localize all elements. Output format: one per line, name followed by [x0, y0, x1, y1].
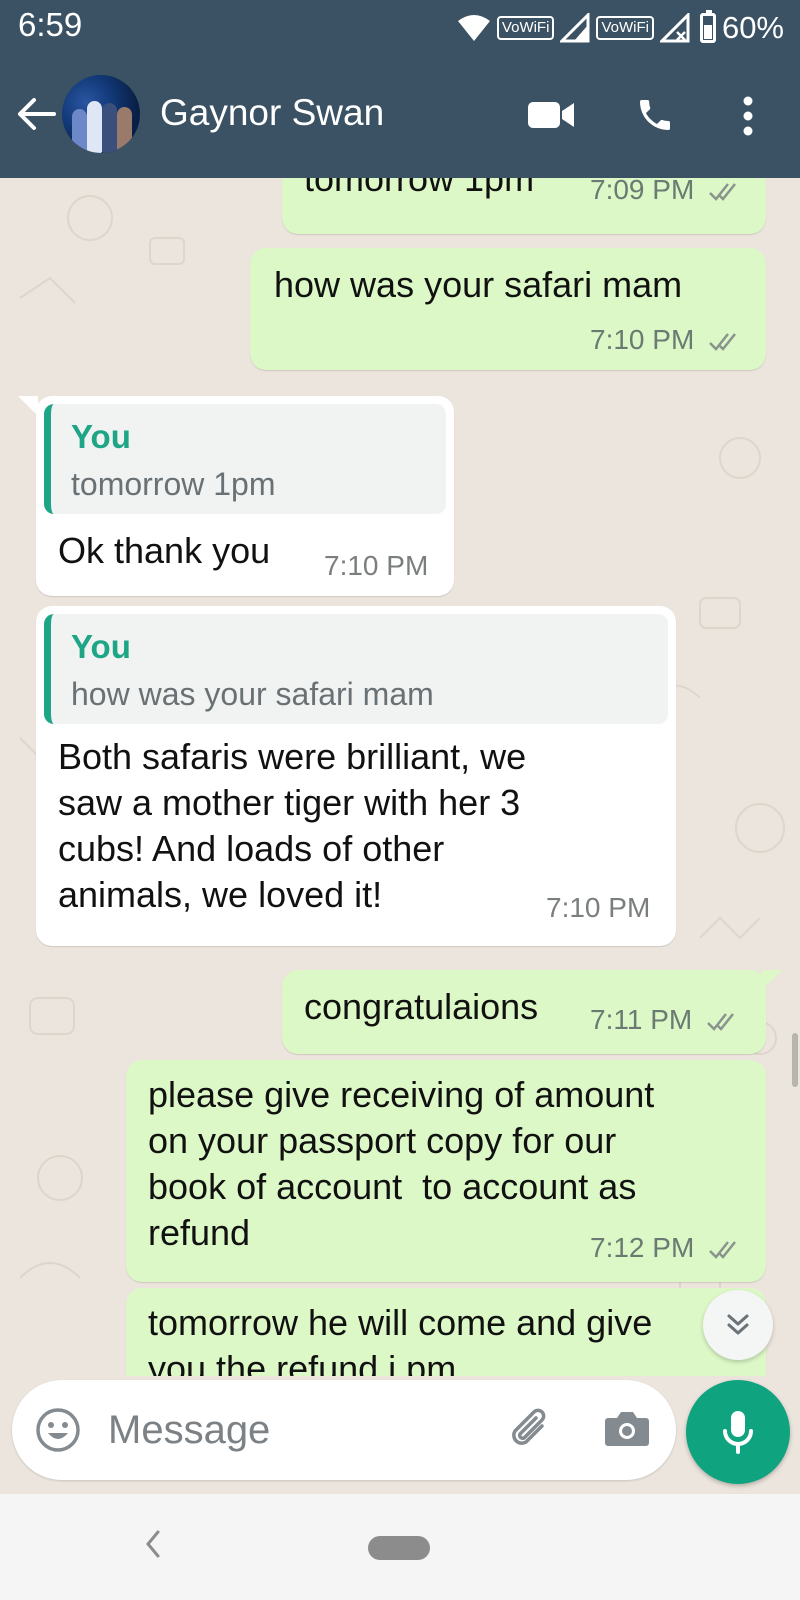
back-arrow-icon[interactable] — [14, 92, 58, 136]
scrollbar[interactable] — [792, 1033, 798, 1087]
message-text: tomorrow he will come and give you the r… — [148, 1302, 653, 1376]
message-time: 7:10 PM — [324, 550, 429, 581]
message-time: 7:09 PM — [590, 178, 742, 206]
read-ticks-icon — [709, 1240, 737, 1259]
status-time: 6:59 — [18, 6, 83, 43]
composer-bar — [0, 1376, 800, 1494]
nav-home-pill[interactable] — [368, 1536, 430, 1560]
double-chevron-down-icon — [727, 1314, 749, 1335]
nav-back-icon[interactable] — [140, 1524, 164, 1564]
outgoing-message[interactable]: how was your safari mam 7:10 PM — [250, 248, 766, 370]
message-input-container[interactable] — [12, 1380, 676, 1480]
incoming-message[interactable]: You how was your safari mam Both safaris… — [36, 606, 676, 946]
incoming-message[interactable]: You tomorrow 1pm Ok thank you 7:10 PM — [36, 396, 454, 596]
signal-icon — [560, 13, 590, 43]
vowifi-label-2: VoWiFi — [596, 16, 654, 40]
more-options-icon[interactable] — [742, 96, 754, 136]
video-call-icon[interactable] — [528, 98, 576, 132]
message-time: 7:10 PM — [546, 892, 651, 923]
message-text: congratulaions — [304, 986, 539, 1027]
emoji-icon[interactable] — [34, 1406, 82, 1454]
outgoing-message[interactable]: please give receiving of amount on your … — [126, 1060, 766, 1282]
battery-icon — [699, 10, 716, 43]
attach-icon[interactable] — [506, 1404, 556, 1454]
quoted-reply[interactable]: You how was your safari mam — [44, 614, 668, 724]
message-text: how was your safari mam — [274, 264, 683, 305]
quote-author: You — [71, 628, 131, 665]
outgoing-message[interactable]: congratulaions 7:11 PM — [282, 970, 766, 1054]
read-ticks-icon — [707, 1012, 734, 1031]
message-input[interactable] — [108, 1404, 468, 1456]
contact-name[interactable]: Gaynor Swan — [160, 92, 384, 134]
chat-area[interactable]: tomorrow 1pm 7:09 PM how was your safari… — [0, 178, 800, 1376]
signal-no-service-icon — [659, 13, 690, 43]
message-text: Ok thank you — [58, 530, 271, 571]
read-ticks-icon — [709, 332, 737, 351]
bubble-tail — [18, 396, 38, 416]
message-text: Both safaris were brilliant, we saw a mo… — [58, 736, 527, 915]
wifi-icon — [457, 15, 490, 41]
quote-text: tomorrow 1pm — [71, 466, 276, 502]
app-header: 6:59 VoWiFi VoWiFi 60% Gaynor Swan — [0, 0, 800, 178]
message-time: 7:12 PM — [590, 1232, 742, 1264]
vowifi-label: VoWiFi — [496, 16, 555, 40]
quote-author: You — [71, 418, 131, 455]
mic-icon — [723, 1411, 753, 1454]
outgoing-message[interactable]: tomorrow he will come and give you the r… — [126, 1288, 766, 1376]
status-icons: VoWiFi VoWiFi 60% — [457, 8, 784, 48]
voice-call-icon[interactable] — [635, 95, 675, 135]
quote-text: how was your safari mam — [71, 676, 434, 712]
message-time: 7:10 PM — [590, 324, 742, 356]
message-time: 7:11 PM — [590, 1004, 740, 1036]
read-ticks-icon — [709, 182, 737, 201]
message-text: tomorrow 1pm — [304, 178, 535, 199]
camera-icon[interactable] — [604, 1408, 650, 1448]
quoted-reply[interactable]: You tomorrow 1pm — [44, 404, 446, 514]
mic-button[interactable] — [686, 1380, 790, 1484]
system-navigation-bar — [0, 1494, 800, 1600]
scroll-to-bottom-button[interactable] — [703, 1290, 773, 1360]
avatar[interactable] — [62, 75, 140, 153]
message-text: please give receiving of amount on your … — [148, 1074, 655, 1253]
battery-level: 60% — [721, 10, 784, 45]
outgoing-message[interactable]: tomorrow 1pm 7:09 PM — [282, 178, 766, 234]
